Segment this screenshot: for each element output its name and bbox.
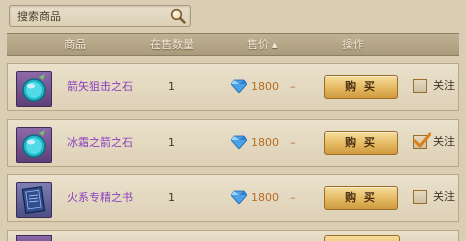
item-price: 1800 xyxy=(251,191,279,204)
cyan-orb-icon[interactable] xyxy=(16,71,52,107)
item-qty: 1 xyxy=(168,136,175,149)
follow-label: 关注 xyxy=(433,79,455,92)
price-extra: – xyxy=(290,191,296,204)
follow-checkbox[interactable] xyxy=(413,79,427,93)
item-price: 1800 xyxy=(251,136,279,149)
cyan-orb-icon[interactable] xyxy=(16,127,52,163)
spell-book-icon[interactable] xyxy=(16,182,52,218)
follow-checkbox[interactable] xyxy=(413,132,431,149)
diamond-currency-icon xyxy=(231,135,247,149)
diamond-currency-icon xyxy=(231,79,247,93)
diamond-currency-icon xyxy=(231,190,247,204)
follow-label: 关注 xyxy=(433,135,455,148)
search-input[interactable] xyxy=(10,6,160,26)
header-price: 售价 xyxy=(247,38,269,51)
price-extra: – xyxy=(290,80,296,93)
follow-label: 关注 xyxy=(433,190,455,203)
sort-icon: ▲ xyxy=(272,41,278,49)
table-row-partial xyxy=(7,230,459,241)
search-bar xyxy=(9,5,191,27)
header-qty: 在售数量 xyxy=(150,38,194,51)
item-name[interactable]: 箭矢狙击之石 xyxy=(67,64,133,110)
item-qty: 1 xyxy=(168,191,175,204)
item-icon[interactable] xyxy=(16,235,52,241)
table-row: 冰霜之箭之石 1 1800 – 购 买 关注 xyxy=(7,119,459,167)
item-price: 1800 xyxy=(251,80,279,93)
buy-button[interactable]: 购 买 xyxy=(324,186,398,210)
buy-button[interactable]: 购 买 xyxy=(324,75,398,99)
buy-button[interactable] xyxy=(324,235,400,241)
header-item: 商品 xyxy=(64,38,86,51)
item-name[interactable]: 火系专精之书 xyxy=(67,175,133,221)
item-name[interactable]: 冰霜之箭之石 xyxy=(67,120,133,166)
table-row: 箭矢狙击之石 1 1800 – 购 买 关注 xyxy=(7,63,459,111)
search-icon[interactable] xyxy=(169,7,187,25)
item-qty: 1 xyxy=(168,80,175,93)
header-action: 操作 xyxy=(342,38,364,51)
follow-checkbox[interactable] xyxy=(413,190,427,204)
table-header: 商品 在售数量 售价 ▲ 操作 xyxy=(7,33,459,56)
price-extra: – xyxy=(290,136,296,149)
check-icon xyxy=(413,132,431,148)
buy-button[interactable]: 购 买 xyxy=(324,131,398,155)
header-price-sort[interactable]: 售价 ▲ xyxy=(247,34,277,55)
table-row: 火系专精之书 1 1800 – 购 买 关注 xyxy=(7,174,459,222)
